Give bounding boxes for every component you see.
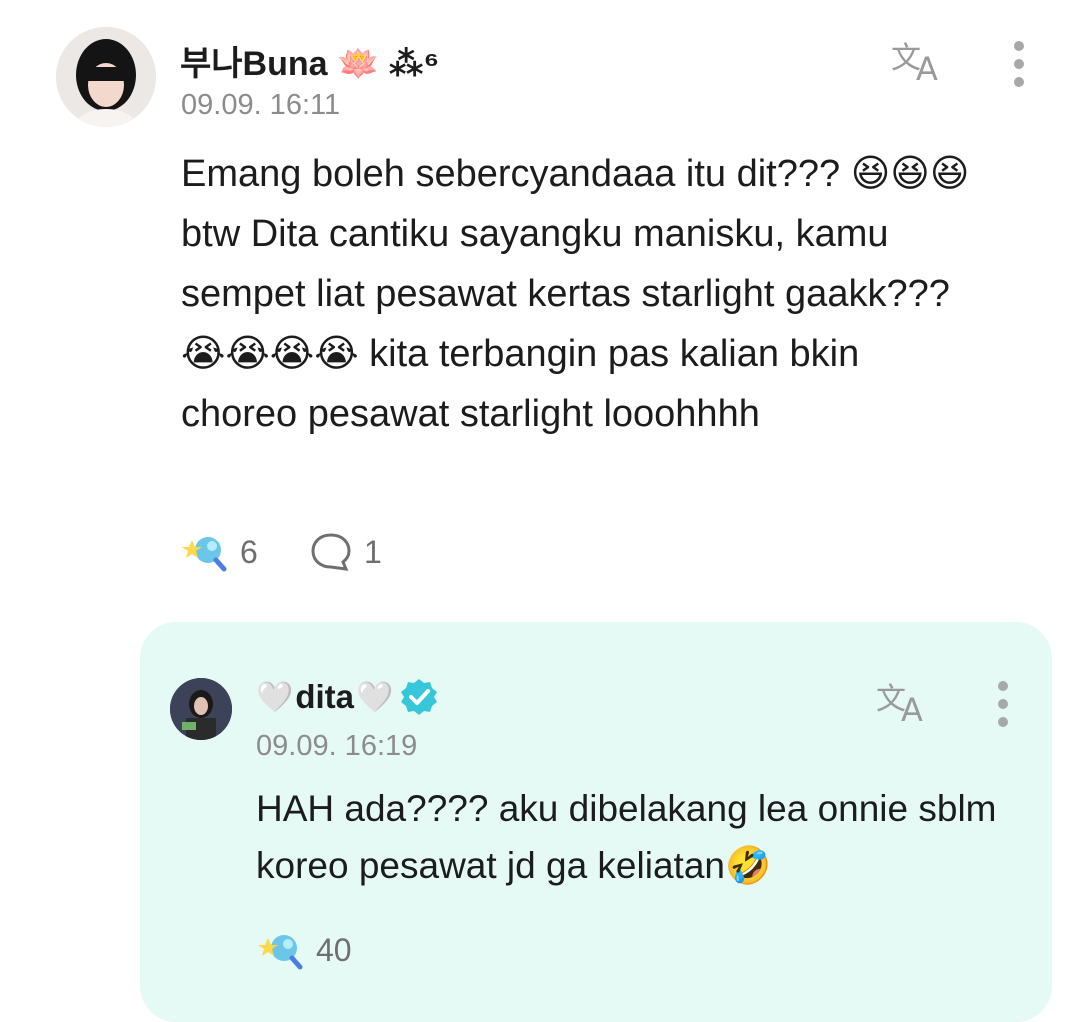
white-heart-icon: 🤍 xyxy=(356,680,394,714)
more-vertical-icon[interactable] xyxy=(1012,40,1026,88)
light-stick-icon xyxy=(258,935,303,970)
comment-bubble-icon xyxy=(311,533,351,571)
svg-text:A: A xyxy=(916,50,938,86)
translate-icon[interactable]: 文 A xyxy=(888,34,950,88)
svg-text:A: A xyxy=(901,691,923,727)
translate-icon[interactable]: 文 A xyxy=(873,675,935,729)
reply-username[interactable]: 🤍 dita 🤍 xyxy=(256,677,439,717)
reply-like-count: 40 xyxy=(316,931,352,968)
username[interactable]: 부나Buna 🪷 ⁂⁶ xyxy=(180,36,439,85)
avatar[interactable] xyxy=(56,27,156,127)
reply-like-button[interactable]: 40 xyxy=(258,930,352,970)
verified-badge-icon xyxy=(401,679,438,715)
timestamp: 09.09. 16:11 xyxy=(181,89,341,121)
like-button[interactable]: 6 xyxy=(182,532,258,572)
reply-text: HAH ada???? aku dibelakang lea onnie sbl… xyxy=(256,788,997,886)
reply-button[interactable]: 1 xyxy=(310,532,382,572)
comment-text: Emang boleh sebercyandaaa itu dit??? 😆😆😆… xyxy=(181,153,970,435)
white-heart-icon: 🤍 xyxy=(256,680,294,714)
light-stick-icon xyxy=(182,537,227,572)
more-vertical-icon[interactable] xyxy=(996,680,1010,728)
reply-count: 1 xyxy=(364,533,382,570)
reply-username-text: dita xyxy=(295,678,355,715)
reply-timestamp: 09.09. 16:19 xyxy=(256,730,418,762)
like-count: 6 xyxy=(240,533,258,570)
reply-avatar[interactable] xyxy=(170,678,232,740)
